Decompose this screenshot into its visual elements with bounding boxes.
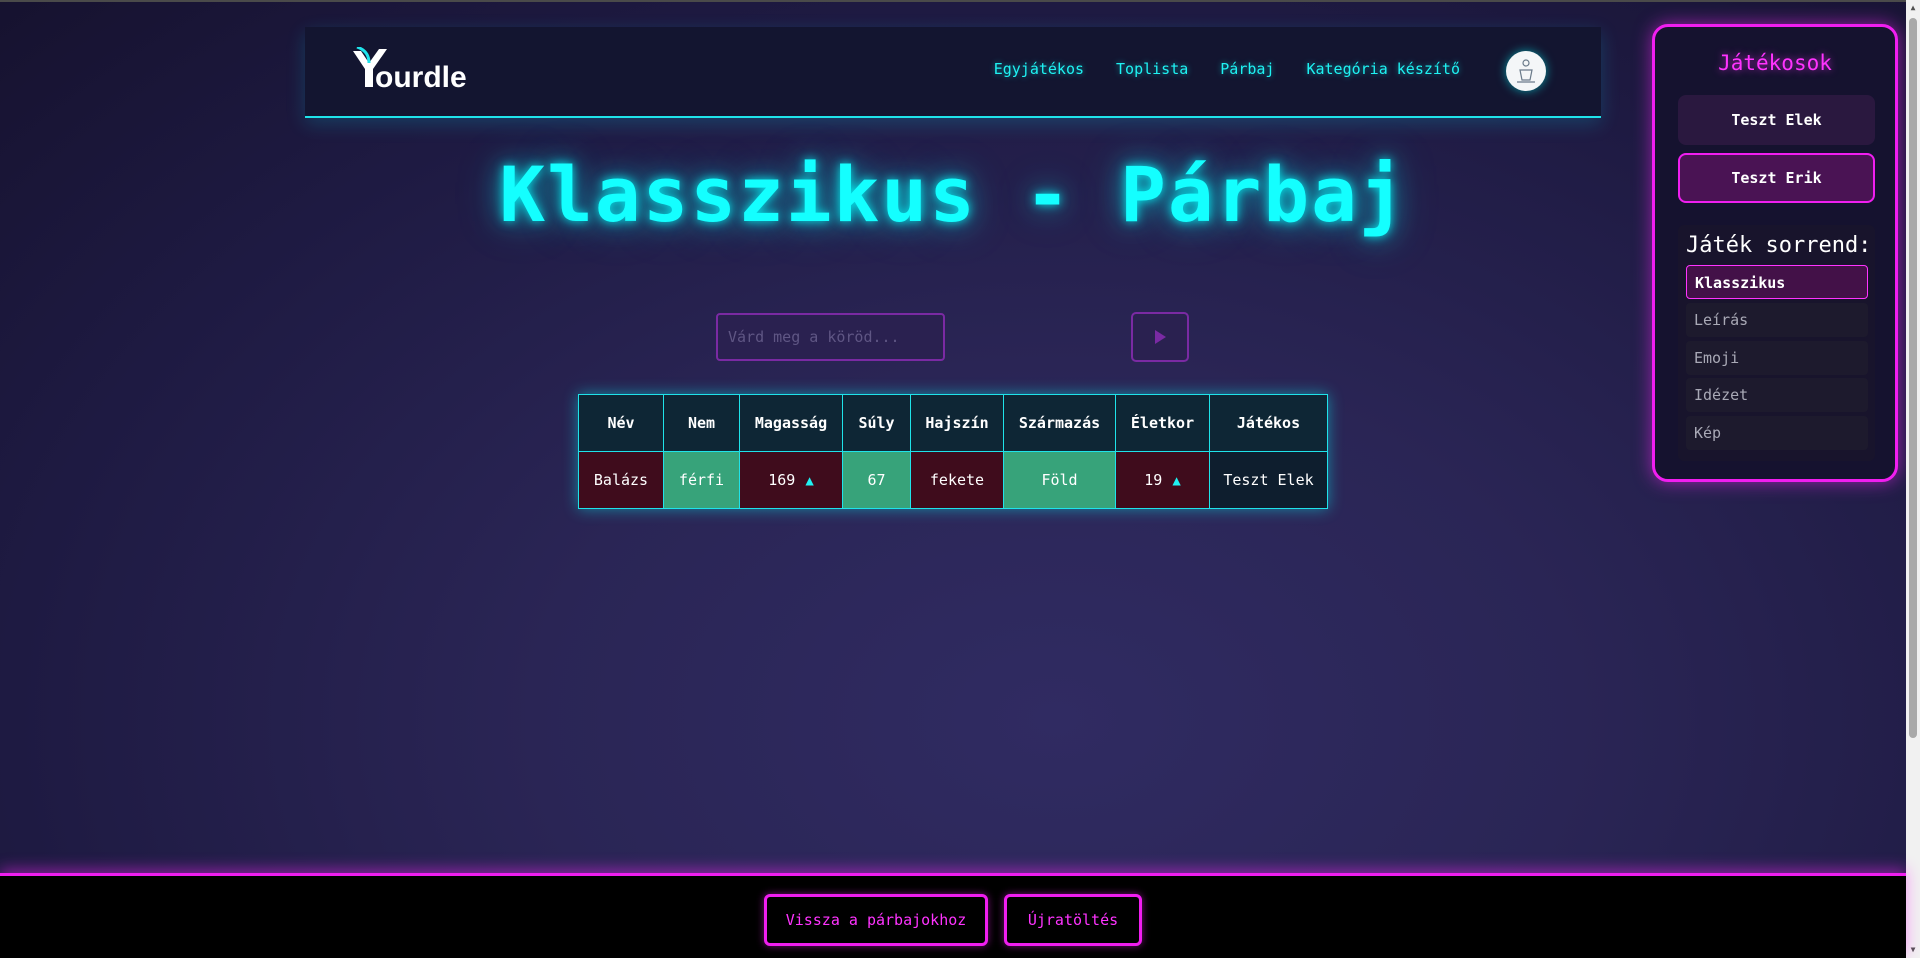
reload-button[interactable]: Újratöltés — [1004, 894, 1142, 946]
window-top-border — [0, 0, 1920, 2]
cell-age-value: 19 — [1144, 471, 1163, 489]
order-item-klasszikus: Klasszikus — [1686, 265, 1868, 299]
player-item-teszt-erik[interactable]: Teszt Erik — [1678, 153, 1875, 203]
avatar-icon — [1517, 59, 1535, 83]
footer-bar: Vissza a párbajokhoz Újratöltés — [0, 873, 1906, 958]
column-header-magassag: Magasság — [739, 394, 843, 452]
back-to-duels-button[interactable]: Vissza a párbajokhoz — [764, 894, 988, 946]
page-scrollbar[interactable]: ▲ ▼ — [1906, 0, 1920, 958]
scroll-up-icon[interactable]: ▲ — [1908, 3, 1918, 13]
nav-link-parbaj[interactable]: Párbaj — [1220, 60, 1274, 78]
page-title: Klasszikus - Párbaj — [499, 150, 1407, 239]
cell-height-value: 169 — [768, 471, 796, 489]
column-header-suly: Súly — [842, 394, 911, 452]
column-header-nev: Név — [578, 394, 664, 452]
column-header-nem: Nem — [663, 394, 740, 452]
player-item-teszt-elek[interactable]: Teszt Elek — [1678, 95, 1875, 145]
game-order-box: Játék sorrend: Klasszikus Leírás Emoji I… — [1678, 225, 1875, 461]
guess-table: Név Nem Magasság Súly Hajszín Származás … — [578, 394, 1328, 509]
column-header-eletkor: Életkor — [1115, 394, 1210, 452]
order-item-idezet: Idézet — [1686, 378, 1868, 412]
yourdle-logo[interactable]: ourdle — [351, 45, 481, 97]
user-avatar[interactable] — [1506, 51, 1546, 91]
cell-weight: 67 — [842, 451, 911, 509]
nav-link-egyjatekos[interactable]: Egyjátékos — [994, 60, 1084, 78]
column-header-hajszin: Hajszín — [910, 394, 1004, 452]
game-order-title: Játék sorrend: — [1686, 233, 1872, 258]
cell-name: Balázs — [578, 451, 664, 509]
scroll-down-icon[interactable]: ▼ — [1908, 945, 1918, 955]
order-item-kep: Kép — [1686, 416, 1868, 450]
table-header-row: Név Nem Magasság Súly Hajszín Származás … — [578, 394, 1328, 452]
cell-hair: fekete — [910, 451, 1004, 509]
cell-origin: Föld — [1003, 451, 1116, 509]
column-header-szarmazas: Származás — [1003, 394, 1116, 452]
nav-link-kategoria-keszito[interactable]: Kategória készítő — [1306, 60, 1460, 78]
order-item-leiras: Leírás — [1686, 303, 1868, 337]
play-icon — [1155, 330, 1166, 344]
players-panel: Játékosok Teszt Elek Teszt Erik Játék so… — [1652, 24, 1898, 482]
order-item-emoji: Emoji — [1686, 341, 1868, 375]
column-header-jatekos: Játékos — [1209, 394, 1328, 452]
table-row: Balázs férfi 169 ▲ 67 fekete Föld 19 ▲ Tes… — [578, 451, 1328, 509]
arrow-up-icon: ▲ — [805, 473, 814, 489]
submit-button[interactable] — [1131, 312, 1189, 362]
site-header: ourdle Egyjátékos Toplista Párbaj Kategó… — [305, 27, 1601, 118]
players-panel-title: Játékosok — [1718, 51, 1832, 75]
cell-gender: férfi — [663, 451, 740, 509]
arrow-up-icon: ▲ — [1172, 473, 1181, 489]
main-nav: Egyjátékos Toplista Párbaj Kategória kés… — [994, 60, 1460, 78]
guess-input[interactable] — [716, 313, 945, 361]
cell-age: 19 ▲ — [1115, 451, 1210, 509]
nav-link-toplista[interactable]: Toplista — [1116, 60, 1188, 78]
svg-text:ourdle: ourdle — [375, 61, 467, 94]
cell-height: 169 ▲ — [739, 451, 843, 509]
scrollbar-thumb[interactable] — [1909, 18, 1917, 738]
cell-player: Teszt Elek — [1209, 451, 1328, 509]
